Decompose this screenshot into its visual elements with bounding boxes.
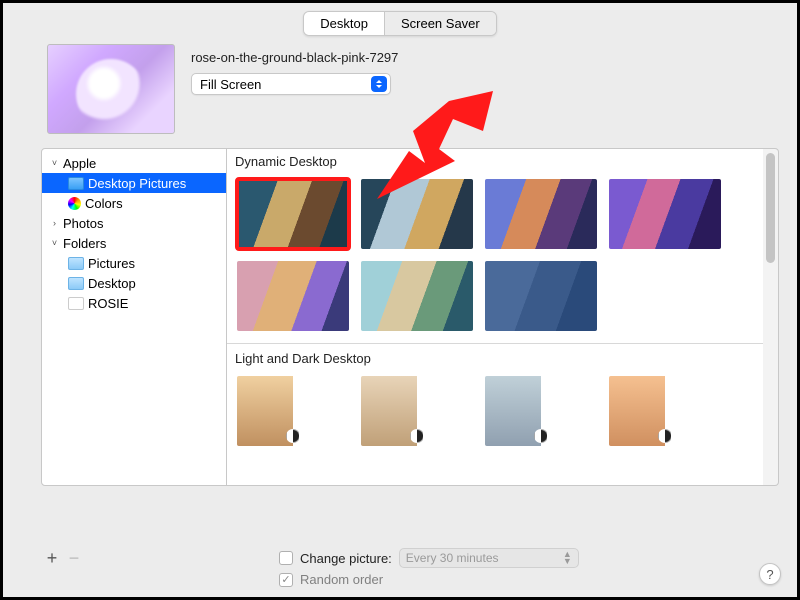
content-scrollbar[interactable] [763,148,779,486]
chevron-down-icon: ˅ [50,158,59,168]
updown-icon: ▲▼ [563,551,572,565]
sidebar-item-rosie[interactable]: ROSIE [42,293,226,313]
sidebar-item-label: Colors [85,196,123,211]
wallpaper-thumb[interactable] [485,179,597,249]
add-folder-button[interactable]: + [41,548,63,568]
sidebar-item-label: ROSIE [88,296,128,311]
current-wallpaper-info: rose-on-the-ground-black-pink-7297 Fill … [191,44,398,95]
tab-desktop[interactable]: Desktop [304,12,384,35]
wallpaper-thumb[interactable] [609,376,721,446]
tab-group: Desktop Screen Saver [303,11,496,36]
sidebar-group-label: Folders [63,236,106,251]
sidebar-item-label: Pictures [88,256,135,271]
main-split: ˅ Apple Desktop Pictures Colors › Photos… [3,148,797,486]
change-picture-label: Change picture: [300,551,392,566]
sidebar-group-photos[interactable]: › Photos [42,213,226,233]
sidebar-group-label: Apple [63,156,96,171]
help-button[interactable]: ? [759,563,781,585]
content-wrap: Dynamic Desktop Light and Dark Desktop [227,148,779,486]
change-picture-checkbox[interactable] [279,551,293,565]
random-order-label: Random order [300,572,383,587]
tab-bar: Desktop Screen Saver [3,3,797,42]
updown-icon [371,76,387,92]
sidebar-group-apple[interactable]: ˅ Apple [42,153,226,173]
wallpaper-content: Dynamic Desktop Light and Dark Desktop [227,148,763,486]
sidebar-item-label: Desktop [88,276,136,291]
wallpaper-thumb[interactable] [361,376,473,446]
section-title-lightdark: Light and Dark Desktop [227,346,763,370]
source-sidebar: ˅ Apple Desktop Pictures Colors › Photos… [41,148,227,486]
sidebar-item-desktop-pictures[interactable]: Desktop Pictures [42,173,226,193]
lightdark-icon [658,429,672,443]
change-interval-value: Every 30 minutes [406,551,499,565]
sidebar-item-label: Desktop Pictures [88,176,186,191]
random-order-checkbox [279,573,293,587]
desktop-prefs-window: Desktop Screen Saver rose-on-the-ground-… [0,0,800,600]
chevron-down-icon: ˅ [50,238,59,248]
lightdark-icon [410,429,424,443]
lightdark-icon [534,429,548,443]
random-order-row: Random order [279,572,579,587]
document-icon [68,297,84,310]
wallpaper-thumb[interactable] [237,376,349,446]
wallpaper-thumb[interactable] [609,179,721,249]
folder-icon [68,257,84,270]
wallpaper-thumb[interactable] [237,261,349,331]
footer-controls: + − Change picture: Every 30 minutes ▲▼ … [3,540,797,597]
section-title-dynamic: Dynamic Desktop [227,149,763,173]
sidebar-item-desktop-folder[interactable]: Desktop [42,273,226,293]
sidebar-group-label: Photos [63,216,103,231]
change-interval-dropdown[interactable]: Every 30 minutes ▲▼ [399,548,579,568]
chevron-right-icon: › [50,218,59,228]
dynamic-desktop-grid [227,173,763,341]
wallpaper-thumb[interactable] [361,179,473,249]
current-wallpaper-thumbnail [47,44,175,134]
wallpaper-thumb[interactable] [237,179,349,249]
change-picture-row: Change picture: Every 30 minutes ▲▼ [279,548,579,568]
current-wallpaper-title: rose-on-the-ground-black-pink-7297 [191,50,398,65]
wallpaper-thumb[interactable] [361,261,473,331]
fit-mode-dropdown[interactable]: Fill Screen [191,73,391,95]
folder-icon [68,277,84,290]
color-wheel-icon [68,197,81,210]
lightdark-icon [286,429,300,443]
scrollbar-thumb[interactable] [766,153,775,263]
add-remove-group: + − [41,548,85,568]
fit-mode-value: Fill Screen [200,77,261,92]
wallpaper-thumb[interactable] [485,376,597,446]
sidebar-group-folders[interactable]: ˅ Folders [42,233,226,253]
sidebar-item-colors[interactable]: Colors [42,193,226,213]
folder-icon [68,177,84,190]
wallpaper-thumb[interactable] [485,261,597,331]
remove-folder-button[interactable]: − [63,548,85,568]
footer-options: Change picture: Every 30 minutes ▲▼ Rand… [279,548,579,587]
lightdark-desktop-grid [227,370,763,456]
tab-screensaver[interactable]: Screen Saver [384,12,496,35]
current-wallpaper-header: rose-on-the-ground-black-pink-7297 Fill … [3,42,797,148]
section-divider [227,343,763,344]
sidebar-item-pictures[interactable]: Pictures [42,253,226,273]
